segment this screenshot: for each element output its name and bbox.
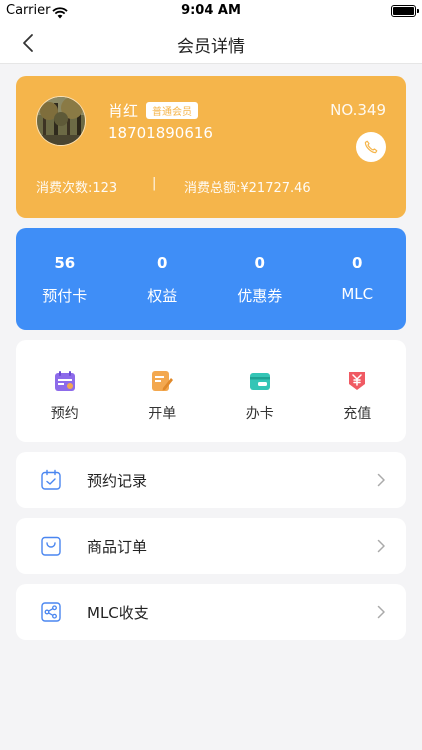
call-button[interactable] <box>356 132 386 162</box>
asset-label: 权益 <box>147 287 178 305</box>
menu-row-appointment-records[interactable]: 预约记录 <box>16 452 406 508</box>
calendar-icon <box>54 371 75 391</box>
menu-row-label: 商品订单 <box>87 538 148 556</box>
assets-summary: 56 预付卡 0 权益 0 优惠券 0 MLC <box>16 228 406 330</box>
asset-label: MLC <box>341 285 374 303</box>
clock: 9:04 AM <box>181 3 241 18</box>
asset-value: 0 <box>352 254 363 272</box>
action-recharge[interactable]: 充值 <box>309 340 407 442</box>
asset-benefits[interactable]: 0 权益 <box>114 228 212 330</box>
quick-actions: 预约 开单 办卡 充值 <box>16 340 406 442</box>
menu-row-label: MLC收支 <box>87 604 149 622</box>
asset-value: 56 <box>54 254 76 272</box>
action-create-order[interactable]: 开单 <box>114 340 212 442</box>
member-phone: 18701890616 <box>108 124 213 142</box>
asset-mlc[interactable]: 0 MLC <box>309 228 407 330</box>
total-spent: 消费总额:¥21727.46 <box>184 181 311 196</box>
avatar <box>36 96 86 146</box>
member-level-badge: 普通会员 <box>146 102 198 119</box>
calendar-check-icon <box>41 469 61 490</box>
shopping-bag-icon <box>41 536 61 556</box>
asset-value: 0 <box>157 254 168 272</box>
action-appointment[interactable]: 预约 <box>16 340 114 442</box>
stat-divider: | <box>152 176 157 191</box>
chevron-right-icon <box>377 539 385 553</box>
action-label: 办卡 <box>245 406 274 422</box>
asset-label: 优惠券 <box>237 287 283 305</box>
menu-row-mlc-ledger[interactable]: MLC收支 <box>16 584 406 640</box>
chevron-right-icon <box>377 605 385 619</box>
asset-prepaid-card[interactable]: 56 预付卡 <box>16 228 114 330</box>
action-label: 开单 <box>148 406 177 422</box>
action-label: 预约 <box>50 406 79 422</box>
order-edit-icon <box>152 371 174 391</box>
card-icon <box>249 373 270 390</box>
action-issue-card[interactable]: 办卡 <box>211 340 309 442</box>
yen-recharge-icon <box>349 372 366 390</box>
status-bar: Carrier 9:04 AM <box>0 0 422 22</box>
asset-label: 预付卡 <box>42 287 88 305</box>
asset-value: 0 <box>254 254 265 272</box>
battery-icon <box>391 5 419 17</box>
share-icon <box>41 602 61 622</box>
page-title: 会员详情 <box>177 37 245 57</box>
member-card: 肖红 普通会员 NO.349 18701890616 消费次数:123 | 消费… <box>16 76 406 218</box>
visit-count: 消费次数:123 <box>36 181 118 196</box>
member-number: NO.349 <box>330 101 386 119</box>
menu-row-product-orders[interactable]: 商品订单 <box>16 518 406 574</box>
menu-row-label: 预约记录 <box>87 472 148 490</box>
phone-icon <box>364 140 378 154</box>
chevron-right-icon <box>377 473 385 487</box>
member-name: 肖红 <box>108 102 139 120</box>
navigation-bar: 会员详情 <box>0 22 422 64</box>
asset-coupons[interactable]: 0 优惠券 <box>211 228 309 330</box>
action-label: 充值 <box>343 406 372 422</box>
